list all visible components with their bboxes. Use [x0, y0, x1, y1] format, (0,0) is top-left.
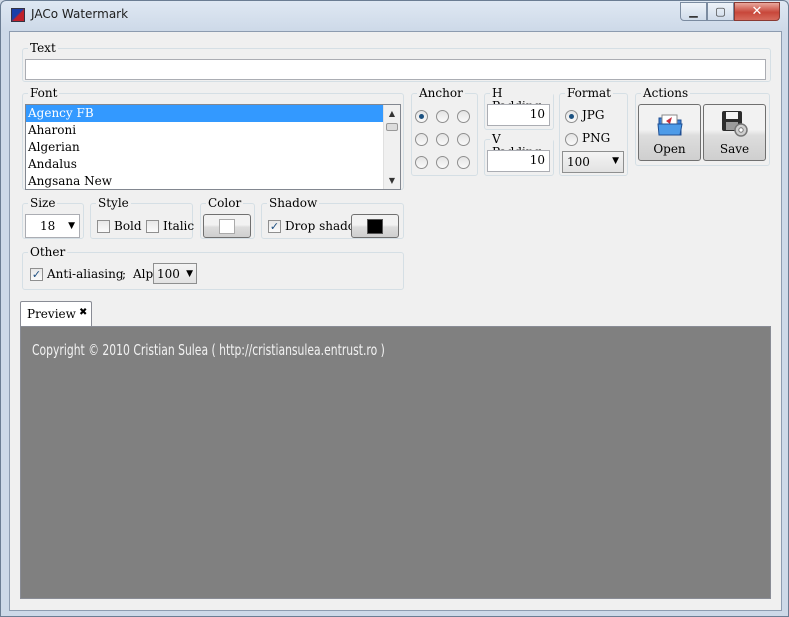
h-padding-group: H Padding 10	[484, 87, 554, 130]
checkmark-icon: ✓	[269, 220, 280, 233]
app-window: JACo Watermark ▁ ▢ ✕ Text Font Agency FB…	[0, 0, 789, 617]
bold-label: Bold	[114, 219, 142, 233]
anchor-middle-center-radio[interactable]	[436, 133, 449, 146]
italic-checkbox[interactable]	[146, 220, 159, 233]
quality-value: 100	[567, 155, 590, 169]
format-png-label: PNG	[582, 131, 611, 145]
app-icon	[11, 8, 25, 22]
other-group-label: Other	[28, 245, 68, 259]
font-list-item[interactable]: Angsana New	[26, 173, 400, 189]
text-group-label: Text	[28, 41, 58, 55]
shadow-color-button[interactable]	[351, 214, 399, 238]
font-list-items: Agency FB Aharoni Algerian Andalus Angsana N…	[26, 105, 400, 189]
color-picker-button[interactable]	[203, 214, 251, 238]
scroll-thumb[interactable]	[386, 123, 398, 131]
scroll-down-icon[interactable]: ▼	[384, 172, 400, 189]
style-group: Style Bold Italic	[90, 197, 195, 239]
font-group: Font Agency FB Aharoni Algerian Andalus Angs…	[22, 87, 404, 190]
window-controls: ▁ ▢ ✕	[680, 2, 780, 21]
format-group: Format JPG PNG 100 ▼	[559, 87, 628, 176]
watermark-text-input[interactable]	[25, 59, 766, 80]
anchor-bottom-left-radio[interactable]	[415, 156, 428, 169]
color-swatch	[219, 219, 235, 234]
anchor-top-left-radio[interactable]	[415, 110, 428, 123]
minimize-icon: ▁	[689, 5, 698, 18]
size-group-label: Size	[28, 196, 58, 210]
save-button[interactable]: Save	[703, 104, 766, 161]
tab-close-icon[interactable]: ✖	[79, 307, 87, 318]
h-padding-input[interactable]: 10	[487, 104, 550, 126]
font-list-item[interactable]: Algerian	[26, 139, 400, 156]
style-group-label: Style	[96, 196, 131, 210]
format-group-label: Format	[565, 86, 613, 100]
tab-preview-label: Preview	[27, 307, 76, 321]
font-list-item[interactable]: Andalus	[26, 156, 400, 173]
v-padding-input[interactable]: 10	[487, 150, 550, 172]
drop-shadow-checkbox[interactable]: ✓	[268, 220, 281, 233]
client-area: Text Font Agency FB Aharoni Algerian Andalu…	[9, 31, 782, 611]
maximize-button[interactable]: ▢	[707, 2, 734, 21]
alpha-value: 100	[157, 267, 180, 281]
shadow-group: Shadow ✓ Drop shadow	[261, 197, 404, 239]
v-padding-group: V Padding 10	[484, 133, 554, 176]
close-icon: ✕	[751, 4, 763, 19]
save-button-label: Save	[719, 142, 750, 156]
shadow-color-swatch	[367, 219, 383, 234]
bold-checkbox[interactable]	[97, 220, 110, 233]
anti-aliasing-checkbox[interactable]: ✓	[30, 268, 43, 281]
anchor-bottom-center-radio[interactable]	[436, 156, 449, 169]
open-button[interactable]: Open	[638, 104, 701, 161]
font-list-item[interactable]: Agency FB	[26, 105, 383, 122]
anti-aliasing-label: Anti-aliasing	[47, 267, 124, 281]
actions-group-label: Actions	[641, 86, 691, 100]
window-title: JACo Watermark	[31, 7, 129, 21]
actions-group: Actions Open Save	[635, 87, 770, 166]
chevron-down-icon: ▼	[186, 269, 193, 279]
font-list[interactable]: Agency FB Aharoni Algerian Andalus Angsana N…	[25, 104, 401, 190]
size-dropdown[interactable]: 18 ▼	[25, 214, 80, 238]
maximize-icon: ▢	[715, 5, 726, 18]
title-bar[interactable]: JACo Watermark ▁ ▢ ✕	[1, 1, 788, 31]
text-group: Text	[22, 42, 771, 82]
font-list-scrollbar[interactable]: ▲ ▼	[383, 105, 400, 189]
format-png-radio[interactable]	[565, 133, 578, 146]
tab-preview[interactable]: Preview ✖	[20, 301, 92, 327]
checkmark-icon: ✓	[31, 268, 42, 281]
preview-area: Copyright © 2010 Cristian Sulea ( http:/…	[20, 326, 771, 599]
other-separator: ;	[122, 267, 127, 281]
scroll-up-icon[interactable]: ▲	[384, 105, 400, 122]
anchor-top-center-radio[interactable]	[436, 110, 449, 123]
anchor-middle-right-radio[interactable]	[457, 133, 470, 146]
anchor-group: Anchor	[411, 87, 478, 176]
font-group-label: Font	[28, 86, 60, 100]
open-folder-icon	[657, 114, 683, 136]
color-group-label: Color	[206, 196, 244, 210]
close-button[interactable]: ✕	[734, 2, 780, 21]
save-disk-icon	[722, 111, 748, 137]
shadow-group-label: Shadow	[267, 196, 320, 210]
font-list-item[interactable]: Aharoni	[26, 122, 400, 139]
anchor-top-right-radio[interactable]	[457, 110, 470, 123]
italic-label: Italic	[163, 219, 195, 233]
anchor-bottom-right-radio[interactable]	[457, 156, 470, 169]
anchor-middle-left-radio[interactable]	[415, 133, 428, 146]
open-button-label: Open	[653, 142, 686, 156]
color-group: Color	[200, 197, 255, 239]
chevron-down-icon: ▼	[68, 221, 75, 231]
watermark-preview-text: Copyright © 2010 Cristian Sulea ( http:/…	[32, 341, 385, 359]
alpha-dropdown[interactable]: 100 ▼	[153, 263, 197, 284]
anchor-group-label: Anchor	[417, 86, 465, 100]
quality-dropdown[interactable]: 100 ▼	[562, 151, 624, 173]
format-jpg-radio[interactable]	[565, 110, 578, 123]
size-group: Size 18 ▼	[22, 197, 84, 239]
size-value: 18	[40, 219, 56, 233]
other-group: Other ✓ Anti-aliasing ; Alpha: 100 ▼	[22, 246, 404, 290]
minimize-button[interactable]: ▁	[680, 2, 707, 21]
chevron-down-icon: ▼	[612, 156, 619, 166]
format-jpg-label: JPG	[582, 108, 605, 122]
